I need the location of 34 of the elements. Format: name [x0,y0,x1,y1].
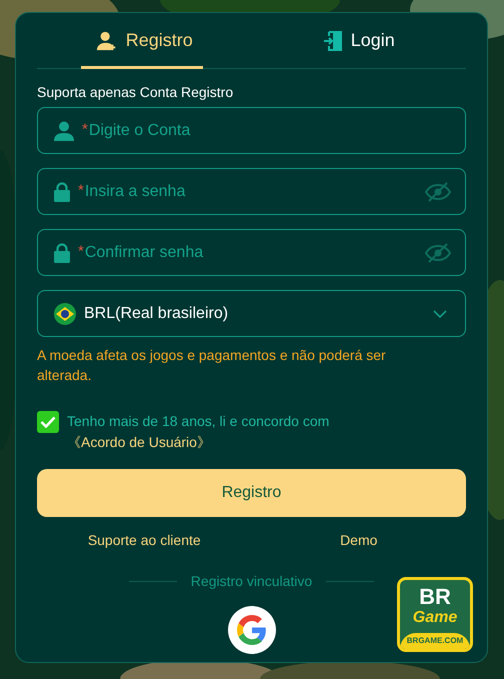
tab[interactable]: Registro [37,13,252,68]
subtitle: Suporta apenas Conta Registro [37,83,234,101]
divider-label: Registro vinculativo [190,572,312,591]
google-icon [236,615,266,645]
input-field[interactable]: Confirmar senha [84,240,417,264]
tab[interactable]: Login [252,13,466,68]
user-add-icon [96,30,118,52]
logo-wordmark: Game [412,609,458,627]
agreement-text: Tenho mais de 18 anos, li e concordo com 《Acordo de Usuário》 [67,412,330,452]
input-field[interactable]: Insira a senha [84,180,417,204]
required-asterisk: * [78,181,84,202]
logo-domain: BRGAME.COM [400,633,470,649]
lock-icon [54,182,70,202]
user-agreement-link[interactable]: 《Acordo de Usuário》 [67,434,211,450]
door-enter-icon [322,30,343,52]
google-button[interactable] [228,606,276,654]
required-asterisk: * [82,120,88,140]
footer-link[interactable]: Demo [340,530,378,551]
eye-hidden-icon[interactable] [425,242,451,262]
register-button[interactable]: Registro [37,469,466,517]
check-icon [40,416,56,428]
logo-monogram: BR [419,585,451,609]
checkbox[interactable] [37,411,59,433]
flag-icon [54,302,76,324]
eye-hidden-icon[interactable] [425,182,451,202]
input-field[interactable]: Digite o Conta [88,118,451,142]
currency-select[interactable]: BRL(Real brasileiro) [37,290,466,337]
footer-link[interactable]: Suporte ao cliente [88,530,201,551]
chevron-down-icon [433,310,447,318]
lock-icon [54,242,70,262]
user-icon [54,120,74,140]
required-asterisk: * [78,242,84,262]
brand-logo[interactable]: BR Game BRGAME.COM [397,577,473,652]
warning-text: A moeda afeta os jogos e pagamentos e não poderá ser alterada. [37,346,387,385]
